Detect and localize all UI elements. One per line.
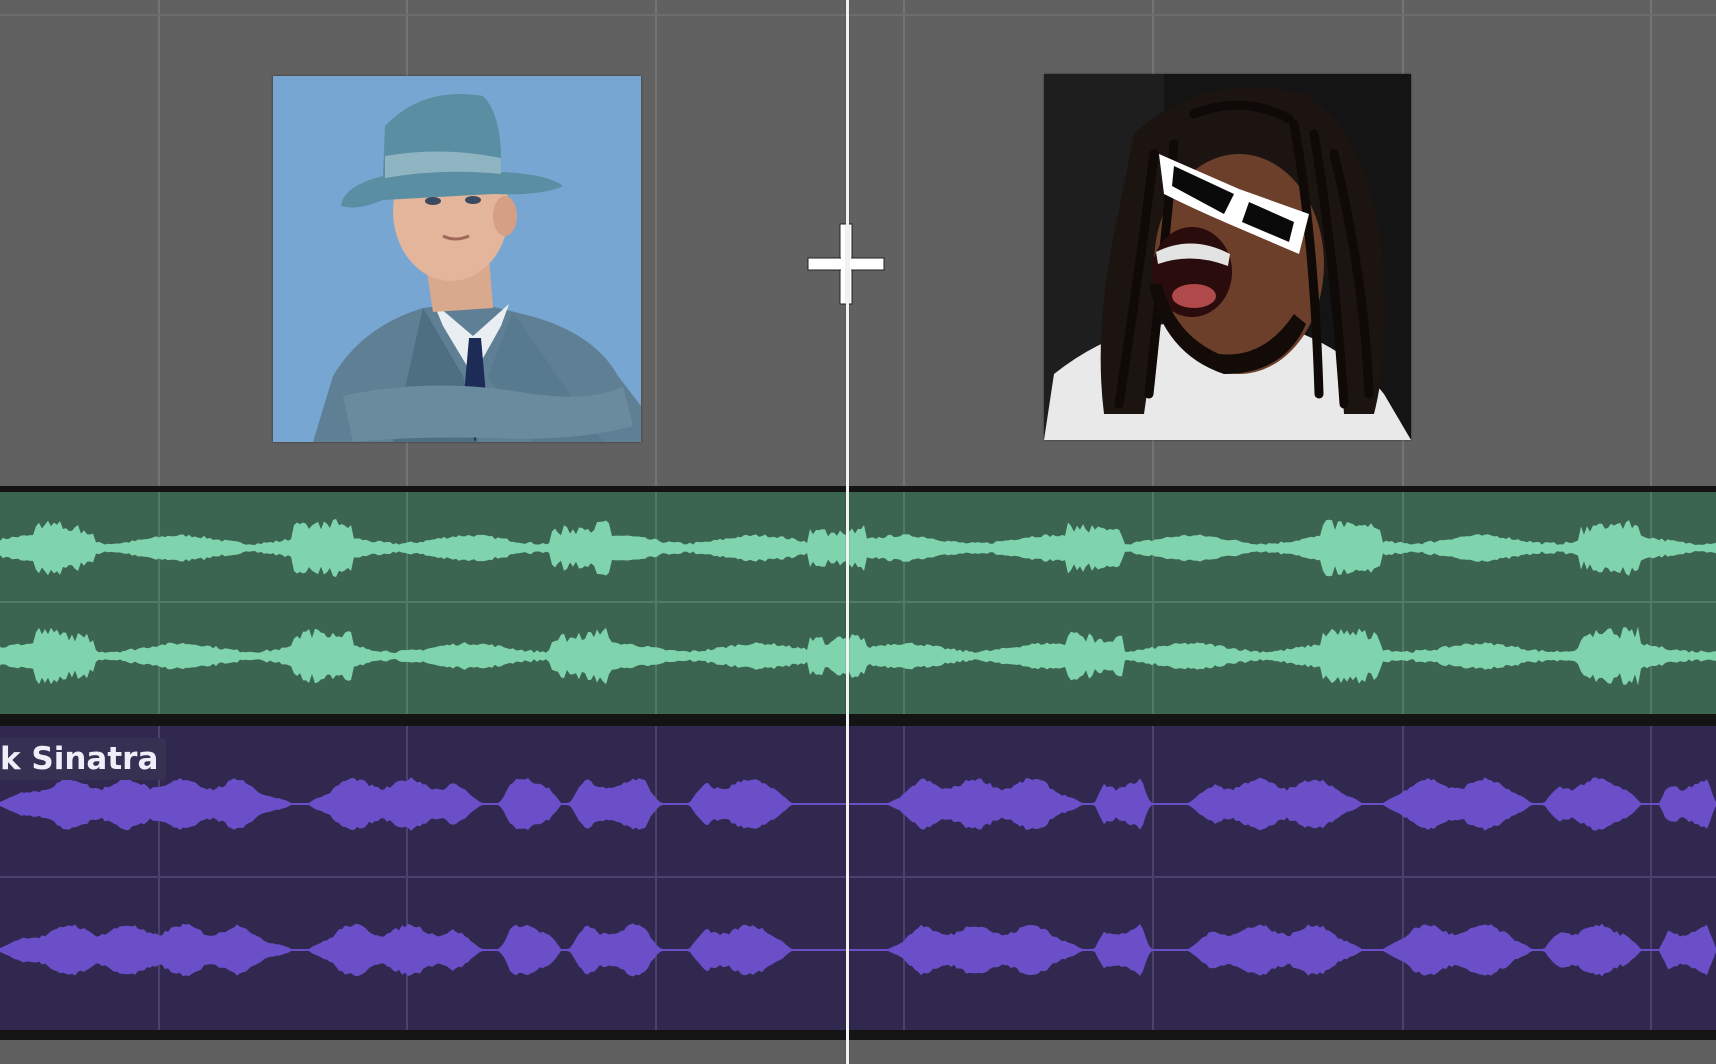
track-separator bbox=[0, 1030, 1716, 1040]
left-singer-thumbnail[interactable] bbox=[273, 76, 641, 442]
ruler-line bbox=[0, 14, 1716, 16]
grid-line bbox=[655, 0, 657, 486]
waveform-track-1 bbox=[0, 492, 1716, 714]
grid-line bbox=[1650, 0, 1652, 486]
clip-label: k Sinatra bbox=[0, 738, 167, 780]
playhead[interactable] bbox=[846, 0, 849, 1064]
audio-track-1[interactable] bbox=[0, 492, 1716, 714]
rapper-portrait-white-sunglasses-icon bbox=[1044, 74, 1411, 440]
grid-line bbox=[158, 0, 160, 486]
audio-track-2[interactable] bbox=[0, 726, 1716, 1030]
grid-line bbox=[903, 0, 905, 486]
waveform-channel-right bbox=[0, 923, 1716, 977]
singer-portrait-fedora-icon bbox=[273, 76, 641, 442]
waveform-channel-left bbox=[0, 518, 1716, 578]
timeline-editor[interactable]: k Sinatra bbox=[0, 0, 1716, 1064]
right-singer-thumbnail[interactable] bbox=[1044, 74, 1411, 440]
track-separator bbox=[0, 714, 1716, 726]
channel-divider bbox=[0, 601, 1716, 603]
waveform-track-2 bbox=[0, 726, 1716, 1030]
channel-divider bbox=[0, 876, 1716, 878]
bottom-lane bbox=[0, 1040, 1716, 1064]
waveform-channel-right bbox=[0, 626, 1716, 686]
waveform-channel-left bbox=[0, 777, 1716, 831]
